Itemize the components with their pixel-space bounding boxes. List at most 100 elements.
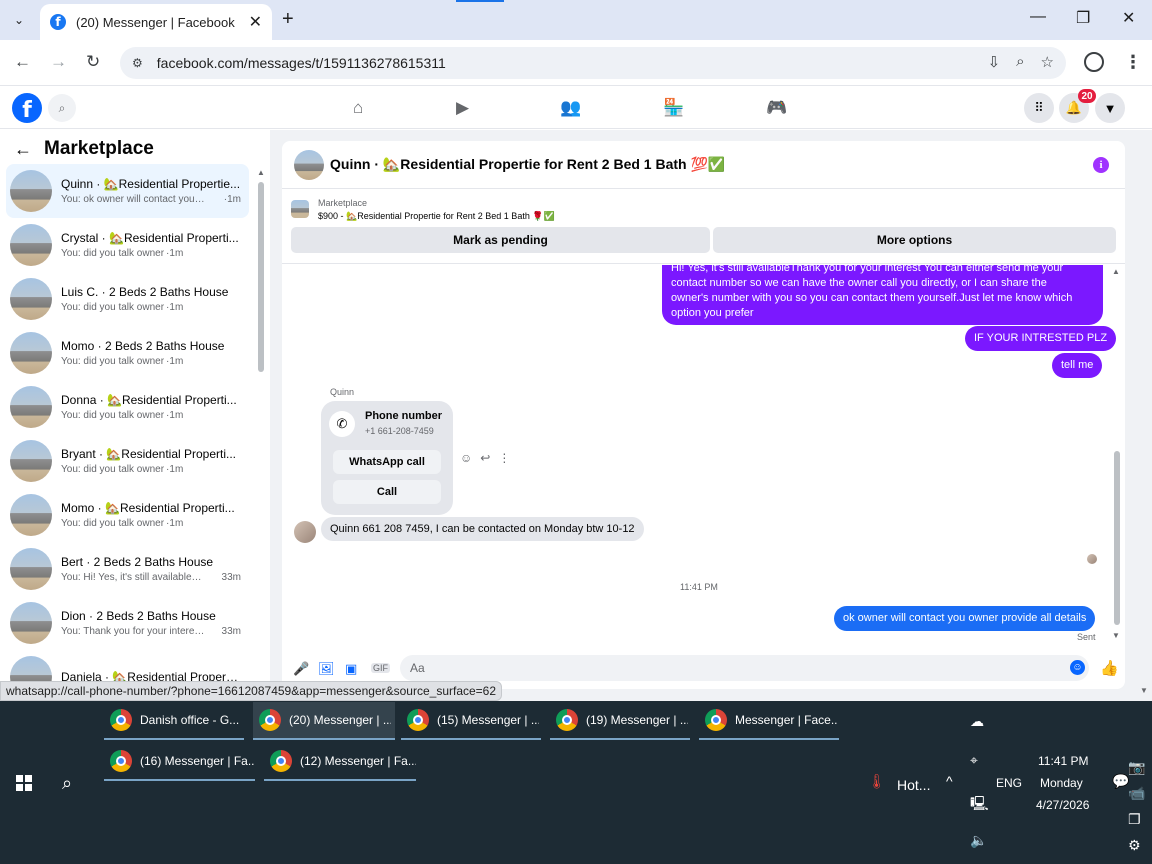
new-tab-plus-icon[interactable]: + bbox=[282, 8, 294, 31]
message-line: owner's number with you so you can conta… bbox=[671, 292, 1073, 304]
listing-title[interactable]: $900 - 🏡Residential Propertie for Rent 2… bbox=[318, 211, 555, 222]
conversation-item[interactable]: Crystal · 🏡Residential Properti... You: … bbox=[6, 218, 249, 272]
call-button[interactable]: Call bbox=[333, 480, 441, 504]
reload-icon[interactable]: ↻ bbox=[86, 52, 100, 72]
message-input[interactable] bbox=[400, 655, 1089, 681]
restore-icon[interactable]: ❐ bbox=[1076, 8, 1090, 28]
message-outgoing[interactable]: IF YOUR INTRESTED PLZ bbox=[965, 326, 1117, 351]
friends-icon[interactable]: 👥 bbox=[560, 98, 581, 118]
taskbar-app[interactable]: Danish office - G... bbox=[104, 702, 244, 740]
onedrive-icon[interactable]: ☁ bbox=[970, 713, 984, 730]
account-chevron-icon[interactable]: ▼ bbox=[1095, 93, 1125, 123]
message-scrollbar[interactable]: ▲ ▼ bbox=[1112, 265, 1122, 643]
conversation-item[interactable]: Luis C. · 2 Beds 2 Baths House You: did … bbox=[6, 272, 249, 326]
taskbar-app[interactable]: (16) Messenger | Fa... bbox=[104, 743, 255, 781]
clock-date[interactable]: 4/27/2026 bbox=[1036, 798, 1089, 812]
back-arrow-icon[interactable]: ← bbox=[14, 52, 31, 72]
taskbar-app[interactable]: (12) Messenger | Fa... bbox=[264, 743, 416, 781]
window-close-icon[interactable]: ✕ bbox=[1122, 8, 1135, 28]
message-scroll-thumb[interactable] bbox=[1114, 451, 1120, 625]
marketplace-icon[interactable]: 🏪 bbox=[663, 98, 684, 118]
home-icon[interactable]: ⌂ bbox=[353, 98, 363, 118]
weather-text[interactable]: Hot... bbox=[897, 777, 930, 793]
sidebar-scrollbar[interactable]: ▲ bbox=[257, 168, 265, 701]
windows-start-icon[interactable] bbox=[16, 775, 32, 791]
conversation-item[interactable]: Donna · 🏡Residential Properti... You: di… bbox=[6, 380, 249, 434]
search-icon[interactable]: ⌕ bbox=[48, 94, 76, 122]
minimize-icon[interactable]: — bbox=[1030, 8, 1046, 26]
message-outgoing[interactable]: Hi! Yes, it's still availableThank you f… bbox=[662, 265, 1103, 325]
more-icon[interactable]: ⋮ bbox=[498, 451, 510, 465]
back-arrow-icon[interactable]: ← bbox=[14, 139, 32, 160]
conversation-preview: You: did you talk owner bbox=[61, 248, 165, 259]
taskbar-app[interactable]: (19) Messenger | ... bbox=[550, 702, 690, 740]
info-icon[interactable]: i bbox=[1093, 157, 1109, 173]
install-app-icon[interactable]: ⇩ bbox=[988, 53, 1001, 71]
sticker-icon[interactable]: ▣ bbox=[345, 661, 357, 677]
taskbar-app[interactable]: Messenger | Face... bbox=[699, 702, 839, 740]
bookmark-star-icon[interactable]: ☆ bbox=[1041, 53, 1054, 71]
conversation-item[interactable]: Momo · 2 Beds 2 Baths House You: did you… bbox=[6, 326, 249, 380]
conversation-item[interactable]: Quinn · 🏡Residential Propertie... You: o… bbox=[6, 164, 249, 218]
message-incoming[interactable]: Quinn 661 208 7459, I can be contacted o… bbox=[321, 517, 644, 541]
thumbs-up-icon[interactable]: 👍 bbox=[1100, 659, 1119, 677]
clock-time[interactable]: 11:41 PM bbox=[1038, 754, 1088, 768]
profile-icon[interactable] bbox=[1084, 52, 1104, 72]
conversation-time: ·1m bbox=[166, 518, 184, 529]
sender-avatar[interactable] bbox=[294, 521, 316, 543]
tab-close-icon[interactable]: ✕ bbox=[249, 12, 262, 32]
windows-icon[interactable]: ❐ bbox=[1128, 811, 1141, 828]
listing-thumbnail[interactable] bbox=[291, 200, 309, 218]
gaming-icon[interactable]: 🎮 bbox=[766, 98, 787, 118]
facebook-header: f ⌕ ⌂ ▶ 👥 🏪 🎮 ⠿ 🔔 ▼ bbox=[0, 87, 1152, 129]
conversation-item[interactable]: Bert · 2 Beds 2 Baths House You: Hi! Yes… bbox=[6, 542, 249, 596]
message-outgoing[interactable]: tell me bbox=[1052, 353, 1103, 378]
chat-title[interactable]: Quinn · 🏡Residential Propertie for Rent … bbox=[330, 156, 725, 173]
camera-icon[interactable]: 📷 bbox=[1128, 759, 1145, 776]
video-camera-icon[interactable]: 📹 bbox=[1128, 785, 1145, 802]
tray-chevron-icon[interactable]: ^ bbox=[946, 773, 953, 789]
conversation-item[interactable]: Bryant · 🏡Residential Properti... You: d… bbox=[6, 434, 249, 488]
whatsapp-call-button[interactable]: WhatsApp call bbox=[333, 450, 441, 474]
scroll-up-arrow-icon[interactable]: ▲ bbox=[257, 168, 265, 177]
address-bar[interactable]: ⚙ facebook.com/messages/t/15911362786153… bbox=[120, 47, 1066, 79]
settings-gear-icon[interactable]: ⚙ bbox=[1128, 837, 1141, 854]
microphone-icon[interactable]: 🎤 bbox=[293, 661, 309, 677]
network-icon[interactable]: 🖳 bbox=[970, 793, 989, 817]
more-options-button[interactable]: More options bbox=[713, 227, 1116, 253]
language-indicator[interactable]: ENG bbox=[996, 776, 1022, 790]
clock-day[interactable]: Monday bbox=[1040, 776, 1083, 790]
mark-as-pending-button[interactable]: Mark as pending bbox=[291, 227, 710, 253]
scroll-down-arrow-icon[interactable]: ▼ bbox=[1112, 631, 1120, 640]
photo-icon[interactable]: 🖼 bbox=[318, 661, 335, 677]
site-settings-icon[interactable]: ⚙ bbox=[132, 56, 143, 70]
taskbar-search-icon[interactable]: ⌕ bbox=[62, 773, 72, 794]
taskbar-app[interactable]: (15) Messenger | ... bbox=[401, 702, 541, 740]
sidebar-scroll-thumb[interactable] bbox=[258, 182, 264, 372]
sender-name: Quinn bbox=[330, 387, 355, 397]
scroll-up-arrow-icon[interactable]: ▲ bbox=[1112, 267, 1120, 276]
react-emoji-icon[interactable]: ☺ bbox=[460, 451, 472, 465]
browser-menu-icon[interactable]: ⋮ bbox=[1124, 52, 1142, 73]
thermometer-icon[interactable]: 🌡 bbox=[868, 773, 886, 790]
forward-arrow-icon[interactable]: → bbox=[50, 52, 67, 72]
video-icon[interactable]: ▶ bbox=[456, 98, 469, 118]
message-outgoing-last[interactable]: ok owner will contact you owner provide … bbox=[834, 606, 1096, 631]
chat-avatar[interactable] bbox=[294, 149, 324, 180]
taskbar-app-active[interactable]: (20) Messenger | ... bbox=[253, 702, 395, 740]
menu-grid-icon[interactable]: ⠿ bbox=[1024, 93, 1054, 123]
conversation-item[interactable]: Momo · 🏡Residential Properti... You: did… bbox=[6, 488, 249, 542]
page-scroll-down-icon[interactable]: ▼ bbox=[1140, 686, 1148, 695]
notification-center-icon[interactable]: 💬 bbox=[1112, 773, 1129, 790]
tab-list-chevron-icon[interactable]: ⌄ bbox=[6, 8, 32, 32]
volume-icon[interactable]: 🔈 bbox=[970, 832, 987, 849]
phone-icon: ✆ bbox=[329, 411, 355, 437]
emoji-icon[interactable]: ☺ bbox=[1070, 660, 1085, 675]
location-icon[interactable]: ⌖ bbox=[970, 752, 978, 769]
gif-icon[interactable]: GIF bbox=[371, 663, 390, 673]
reply-icon[interactable]: ↩ bbox=[480, 451, 490, 465]
tab-messenger-active[interactable]: f (20) Messenger | Facebook ✕ bbox=[40, 4, 272, 40]
zoom-icon[interactable]: ⌕ bbox=[1016, 53, 1024, 71]
conversation-item[interactable]: Dion · 2 Beds 2 Baths House You: Thank y… bbox=[6, 596, 249, 650]
facebook-logo-icon[interactable]: f bbox=[12, 93, 42, 123]
